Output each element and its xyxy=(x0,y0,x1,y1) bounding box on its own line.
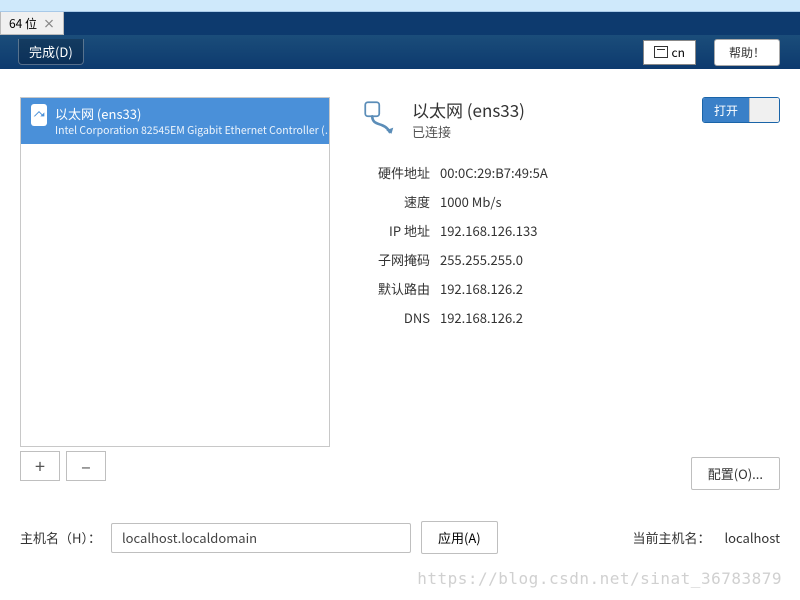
done-button[interactable]: 完成(D) xyxy=(18,39,84,65)
page-body: 以太网 (ens33) Intel Corporation 82545EM Gi… xyxy=(0,69,800,600)
configure-button[interactable]: 配置(O)... xyxy=(691,457,780,490)
property-value: 1000 Mb/s xyxy=(440,192,502,211)
hostname-input[interactable] xyxy=(111,523,411,553)
input-method-indicator[interactable]: cn xyxy=(643,40,696,65)
property-label: 速度 xyxy=(360,192,430,211)
current-hostname-label: 当前主机名： xyxy=(632,528,710,547)
watermark: https://blog.csdn.net/sinat_36783879 xyxy=(417,569,782,588)
detail-title: 以太网 (ens33) xyxy=(412,97,525,122)
input-method-label: cn xyxy=(672,44,685,61)
help-button[interactable]: 帮助！ xyxy=(714,39,780,66)
top-bar: 完成(D) cn 帮助！ xyxy=(0,35,800,69)
property-value: 192.168.126.2 xyxy=(440,308,523,327)
add-interface-button[interactable]: + xyxy=(20,451,60,481)
current-hostname-value: localhost xyxy=(724,528,780,547)
close-icon[interactable]: × xyxy=(43,15,55,32)
property-row: IP 地址 192.168.126.133 xyxy=(360,221,780,240)
window-titlebar xyxy=(0,0,800,12)
property-row: DNS 192.168.126.2 xyxy=(360,308,780,327)
property-label: 默认路由 xyxy=(360,279,430,298)
hostname-label: 主机名（H）： xyxy=(20,528,101,547)
property-value: 192.168.126.2 xyxy=(440,279,523,298)
connection-toggle[interactable]: 打开 xyxy=(702,97,780,123)
property-row: 默认路由 192.168.126.2 xyxy=(360,279,780,298)
property-label: DNS xyxy=(360,308,430,327)
property-label: 硬件地址 xyxy=(360,163,430,182)
property-label: 子网掩码 xyxy=(360,250,430,269)
property-row: 硬件地址 00:0C:29:B7:49:5A xyxy=(360,163,780,182)
arch-tab-label: 64 位 xyxy=(9,15,37,32)
interface-title: 以太网 (ens33) xyxy=(55,104,330,123)
ethernet-icon xyxy=(31,104,47,126)
interface-list: 以太网 (ens33) Intel Corporation 82545EM Gi… xyxy=(20,97,330,447)
toggle-label: 打开 xyxy=(703,98,749,122)
interface-detail-column: 以太网 (ens33) 已连接 打开 硬件地址 00:0C:29:B7:49:5A… xyxy=(360,97,780,481)
toggle-knob xyxy=(749,98,779,122)
property-value: 255.255.255.0 xyxy=(440,250,523,269)
ethernet-large-icon xyxy=(360,97,402,139)
arch-tab[interactable]: 64 位 × xyxy=(0,12,64,35)
property-label: IP 地址 xyxy=(360,221,430,240)
interface-list-column: 以太网 (ens33) Intel Corporation 82545EM Gi… xyxy=(20,97,330,481)
property-value: 192.168.126.133 xyxy=(440,221,537,240)
interface-list-item[interactable]: 以太网 (ens33) Intel Corporation 82545EM Gi… xyxy=(21,98,329,144)
property-row: 子网掩码 255.255.255.0 xyxy=(360,250,780,269)
remove-interface-button[interactable]: – xyxy=(66,451,106,481)
apply-hostname-button[interactable]: 应用(A) xyxy=(421,521,498,554)
property-row: 速度 1000 Mb/s xyxy=(360,192,780,211)
property-value: 00:0C:29:B7:49:5A xyxy=(440,163,548,182)
keyboard-icon xyxy=(654,46,668,58)
interface-subtitle: Intel Corporation 82545EM Gigabit Ethern… xyxy=(55,123,330,138)
hostname-row: 主机名（H）： 应用(A) 当前主机名： localhost xyxy=(20,521,780,554)
detail-status: 已连接 xyxy=(412,122,525,141)
detail-properties: 硬件地址 00:0C:29:B7:49:5A 速度 1000 Mb/s IP 地址 192… xyxy=(360,163,780,327)
